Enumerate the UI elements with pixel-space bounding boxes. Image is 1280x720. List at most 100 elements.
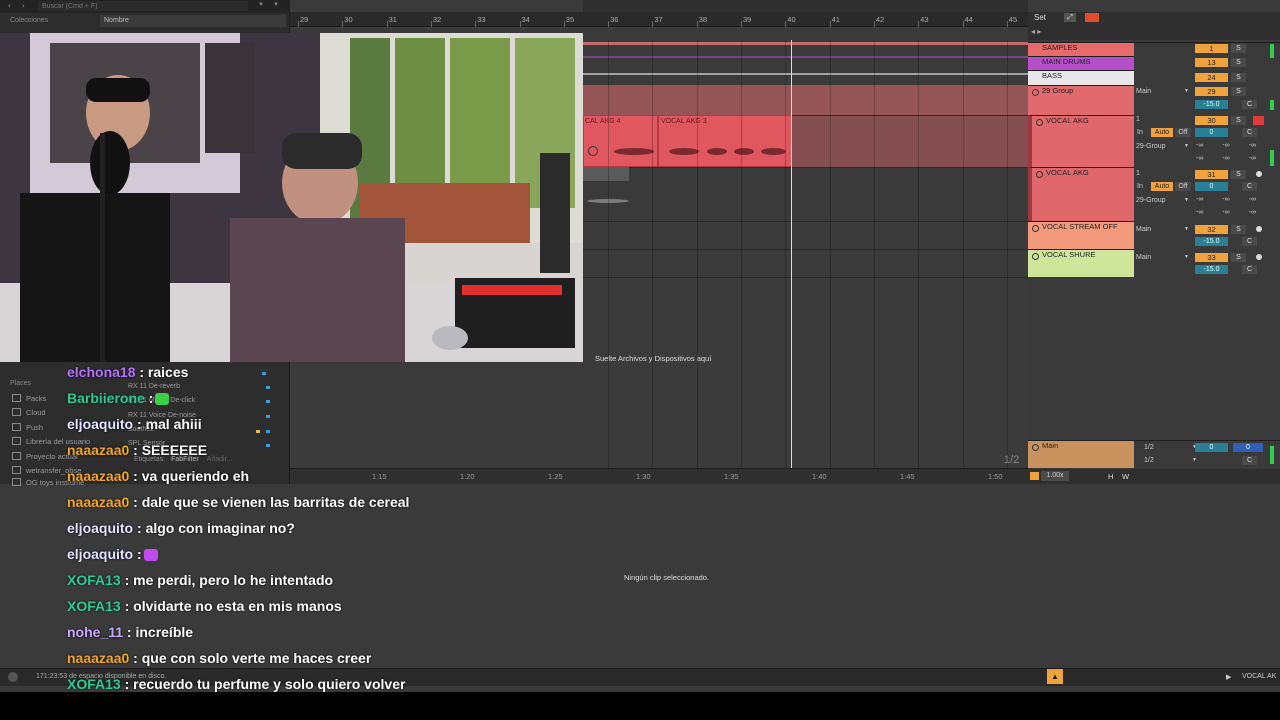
track-header-vocal-akg[interactable]: VOCAL AKG [1028, 115, 1134, 167]
arm-record-button[interactable] [1256, 226, 1262, 232]
track-number[interactable]: 31 [1195, 170, 1228, 179]
options-dropdown-icon[interactable]: ▼ [273, 2, 279, 8]
playhead[interactable] [791, 40, 792, 468]
solo-button[interactable]: S [1231, 44, 1246, 53]
pan-field[interactable]: C [1242, 265, 1257, 274]
w-button[interactable]: W [1122, 472, 1129, 481]
warning-icon[interactable]: ▲ [1047, 669, 1063, 684]
track-header-samples[interactable]: SAMPLES [1028, 42, 1134, 56]
monitor-in-button[interactable]: In [1137, 183, 1143, 190]
audio-clip[interactable]: VOCAL AKG 3 [658, 115, 792, 167]
volume-field[interactable]: -15.0 [1195, 237, 1228, 246]
name-column-header[interactable]: Nombre [104, 17, 129, 24]
main-cue-volume[interactable]: 0 [1233, 443, 1263, 452]
sends-row[interactable]: -∞ -∞ -∞ [1196, 142, 1256, 149]
nav-arrows-icon[interactable]: ◂ ▸ [1031, 27, 1041, 36]
play-icon[interactable]: ▶ [1226, 673, 1231, 681]
arm-record-button[interactable] [1256, 254, 1262, 260]
track-header-29-group[interactable]: 29 Group [1028, 85, 1134, 115]
track-number[interactable]: 33 [1195, 253, 1228, 262]
pan-field[interactable]: C [1242, 237, 1257, 246]
main-input-a[interactable]: 1/2 [1144, 443, 1199, 452]
output-route[interactable]: Main [1136, 87, 1191, 96]
vocal-akg-2-lane[interactable] [583, 167, 1028, 221]
tempo-field[interactable]: 1.00x [1041, 471, 1069, 481]
fold-icon[interactable] [1032, 89, 1039, 96]
back-arrow-icon[interactable]: ‹ [8, 1, 11, 10]
main-volume[interactable]: 0 [1195, 443, 1228, 452]
track-header-vocal-akg-2[interactable]: VOCAL AKG [1028, 167, 1134, 221]
expand-icon[interactable]: ⤢ [1064, 13, 1076, 22]
solo-button[interactable]: S [1231, 225, 1246, 234]
main-input-b[interactable]: 1/2 [1144, 456, 1199, 465]
monitor-off-button[interactable]: Off [1175, 182, 1191, 191]
track-number[interactable]: 30 [1195, 116, 1228, 125]
track-number[interactable]: 32 [1195, 225, 1228, 234]
monitor-auto-button[interactable]: Auto [1151, 182, 1173, 191]
track-number[interactable]: 24 [1195, 73, 1228, 82]
track-number[interactable]: 13 [1195, 58, 1228, 67]
tempo-follow-icon[interactable] [1030, 472, 1039, 480]
sends-row[interactable]: -∞ -∞ -∞ [1196, 209, 1256, 216]
fold-icon[interactable] [1036, 119, 1043, 126]
monitor-in-button[interactable]: In [1137, 129, 1143, 136]
output-route[interactable]: 29-Group [1136, 142, 1191, 151]
fold-icon[interactable] [1036, 171, 1043, 178]
volume-field[interactable]: -15.0 [1195, 265, 1228, 274]
sends-row[interactable]: -∞ -∞ -∞ [1196, 196, 1256, 203]
detail-view[interactable] [290, 484, 1280, 664]
no-entry-cursor-icon [588, 146, 598, 156]
add-label-button[interactable]: Añadir... [207, 456, 233, 463]
solo-button[interactable]: S [1231, 116, 1246, 125]
main-pan[interactable]: C [1242, 456, 1257, 465]
clip-stub[interactable] [583, 167, 629, 181]
place-push[interactable]: Push [12, 423, 43, 432]
monitor-off-button[interactable]: Off [1175, 128, 1191, 137]
file-item[interactable]: RX 11 De-reverb [128, 383, 180, 390]
track-header-vocal-stream-off[interactable]: VOCAL STREAM OFF [1028, 221, 1134, 249]
pan-field[interactable]: C [1242, 182, 1257, 191]
pan-field[interactable]: C [1242, 100, 1257, 109]
overview-strip[interactable] [583, 0, 1028, 12]
output-route[interactable]: Main [1136, 225, 1191, 234]
pan-field[interactable]: C [1242, 128, 1257, 137]
track-header-bass[interactable]: BASS [1028, 70, 1134, 85]
track-header-main-drums[interactable]: MAIN DRUMS [1028, 56, 1134, 70]
place-cloud[interactable]: Cloud [12, 408, 46, 417]
volume-field[interactable]: -15.0 [1195, 100, 1228, 109]
audio-clip[interactable]: CAL AKG 4 [583, 115, 658, 167]
track-number[interactable]: 1 [1195, 44, 1228, 53]
input-channel[interactable]: 1 [1136, 170, 1140, 177]
forward-arrow-icon[interactable]: › [22, 1, 25, 10]
filter-dropdown-icon[interactable]: ▼ [258, 2, 264, 8]
h-button[interactable]: H [1108, 472, 1113, 481]
solo-button[interactable]: S [1231, 58, 1246, 67]
fold-icon[interactable] [1032, 253, 1039, 260]
track-header-main[interactable]: Main [1028, 440, 1134, 468]
time-ruler[interactable]: 1:15 1:20 1:25 1:30 1:35 1:40 1:45 1:50 [290, 468, 1028, 484]
solo-button[interactable]: S [1231, 170, 1246, 179]
fold-icon[interactable] [1032, 225, 1039, 232]
input-channel[interactable]: 1 [1136, 116, 1140, 123]
output-route[interactable]: 29-Group [1136, 196, 1191, 205]
arm-record-button[interactable] [1253, 116, 1264, 125]
arm-record-button[interactable] [1256, 171, 1262, 177]
solo-button[interactable]: S [1231, 253, 1246, 262]
search-input[interactable] [38, 1, 248, 11]
solo-button[interactable]: S [1231, 73, 1246, 82]
grid-line [741, 40, 742, 468]
group-track-lane[interactable] [583, 85, 1028, 115]
track-number[interactable]: 29 [1195, 87, 1228, 96]
info-icon[interactable] [8, 672, 18, 682]
sends-row[interactable]: -∞ -∞ -∞ [1196, 155, 1256, 162]
fold-icon[interactable] [1032, 444, 1039, 451]
volume-field[interactable]: 0 [1195, 182, 1228, 191]
output-route[interactable]: Main [1136, 253, 1191, 262]
volume-field[interactable]: 0 [1195, 128, 1228, 137]
solo-button[interactable]: S [1231, 87, 1246, 96]
track-header-vocal-shure[interactable]: VOCAL SHURE [1028, 249, 1134, 277]
place-packs[interactable]: Packs [12, 394, 46, 403]
record-toggle-icon[interactable] [1085, 13, 1099, 22]
bar-ruler[interactable]: 29 30 31 32 33 34 35 36 37 38 39 40 41 42 43 44 45 [290, 12, 1028, 27]
monitor-auto-button[interactable]: Auto [1151, 128, 1173, 137]
